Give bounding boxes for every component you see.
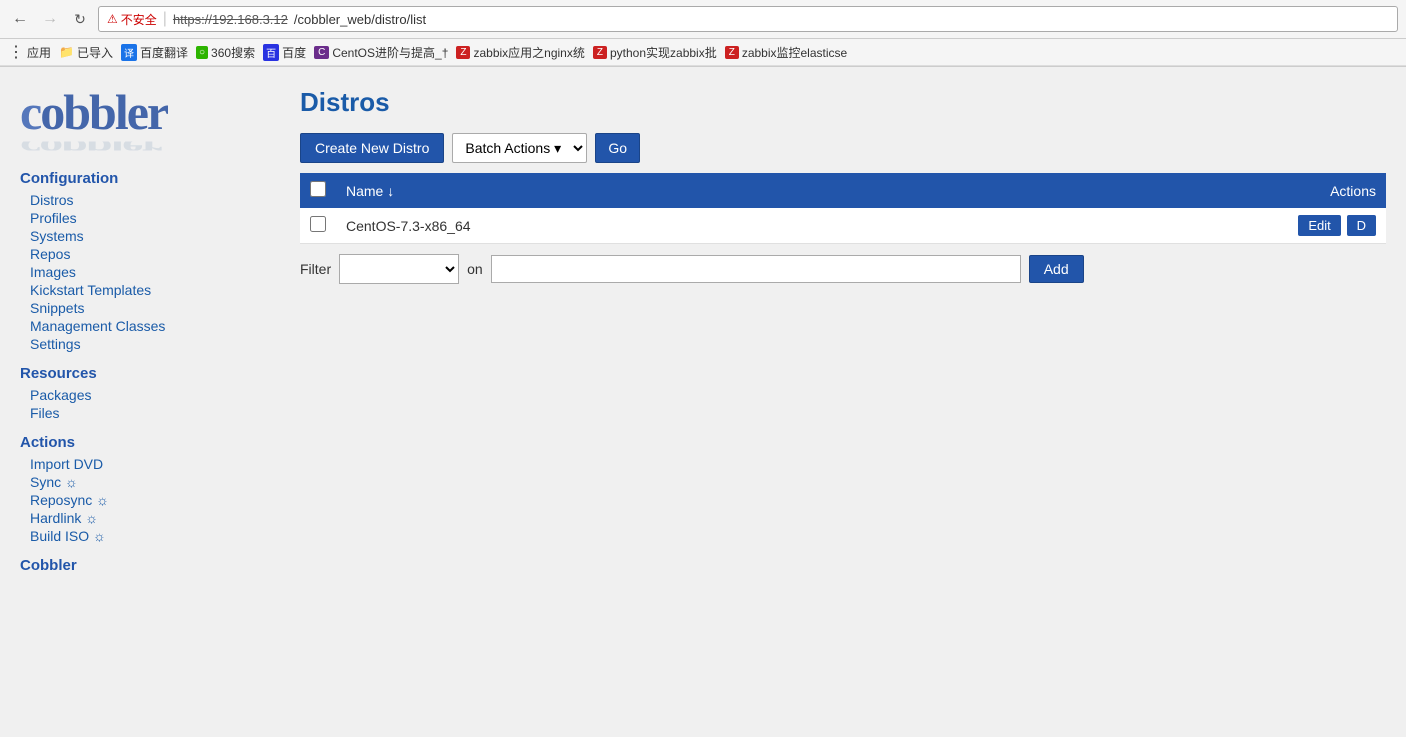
bookmark-translate[interactable]: 译 百度翻译 <box>121 44 188 61</box>
sidebar-item-management-classes[interactable]: Management Classes <box>20 317 270 335</box>
delete-button[interactable]: D <box>1347 215 1376 236</box>
bookmark-zabbix-python[interactable]: Z python实现zabbix批 <box>593 44 717 61</box>
sidebar-item-images[interactable]: Images <box>20 263 270 281</box>
sidebar-item-build-iso[interactable]: Build ISO ☼ <box>20 527 270 545</box>
main-content: Distros Create New Distro Batch Actions … <box>280 67 1406 724</box>
filter-select[interactable] <box>339 254 459 284</box>
sidebar: cobbler cobbler Configuration Distros Pr… <box>0 67 280 724</box>
bookmark-centos[interactable]: C CentOS进阶与提高_† <box>314 44 448 61</box>
row-checkbox-cell <box>300 208 336 244</box>
bookmark-360[interactable]: ○ 360搜索 <box>196 44 255 61</box>
table-header-row: Name ↓ Actions <box>300 173 1386 208</box>
actions-column-header: Actions <box>957 173 1386 208</box>
sidebar-item-snippets[interactable]: Snippets <box>20 299 270 317</box>
sidebar-item-repos[interactable]: Repos <box>20 245 270 263</box>
sidebar-item-settings[interactable]: Settings <box>20 335 270 353</box>
sidebar-section-configuration: Configuration <box>20 170 270 187</box>
edit-button[interactable]: Edit <box>1298 215 1340 236</box>
sidebar-section-actions: Actions <box>20 434 270 451</box>
table-row: CentOS-7.3-x86_64 Edit D <box>300 208 1386 244</box>
sidebar-item-reposync[interactable]: Reposync ☼ <box>20 491 270 509</box>
filter-input[interactable] <box>491 255 1021 283</box>
360-icon: ○ <box>196 46 208 59</box>
sidebar-section-cobbler: Cobbler <box>20 557 270 574</box>
browser-chrome: ← → ↻ ⚠ 不安全 | https://192.168.3.12/cobbl… <box>0 0 1406 67</box>
url-path: /cobbler_web/distro/list <box>294 12 426 27</box>
create-new-distro-button[interactable]: Create New Distro <box>300 133 444 163</box>
bookmark-zabbix-elastic[interactable]: Z zabbix监控elasticse <box>725 44 848 61</box>
apps-icon: ⋮ <box>8 42 24 62</box>
reload-button[interactable]: ↻ <box>68 7 92 31</box>
security-warning: ⚠ 不安全 <box>107 11 157 28</box>
bookmark-baidu[interactable]: 百 百度 <box>263 44 306 61</box>
warning-icon: ⚠ <box>107 12 118 26</box>
toolbar: Create New Distro Batch Actions ▾ Go <box>300 133 1386 163</box>
filter-on-label: on <box>467 261 483 277</box>
logo-wrapper: cobbler cobbler <box>20 87 270 155</box>
separator: | <box>163 10 167 28</box>
url-secure-host: https://192.168.3.12 <box>173 12 288 27</box>
zabbix-elastic-icon: Z <box>725 46 739 59</box>
distros-table: Name ↓ Actions CentOS-7.3-x86_64 Edit D <box>300 173 1386 244</box>
centos-icon: C <box>314 46 329 59</box>
sidebar-item-distros[interactable]: Distros <box>20 191 270 209</box>
browser-toolbar: ← → ↻ ⚠ 不安全 | https://192.168.3.12/cobbl… <box>0 0 1406 39</box>
bookmarks-bar: ⋮ 应用 📁 已导入 译 百度翻译 ○ 360搜索 百 百度 C CentOS进… <box>0 39 1406 66</box>
sidebar-section-resources: Resources <box>20 365 270 382</box>
bookmark-zabbix-nginx[interactable]: Z zabbix应用之nginx统 <box>456 44 585 61</box>
translate-icon: 译 <box>121 44 137 61</box>
row-checkbox[interactable] <box>310 216 326 232</box>
zabbix-python-icon: Z <box>593 46 607 59</box>
distro-name: CentOS-7.3-x86_64 <box>346 218 471 234</box>
sidebar-item-hardlink[interactable]: Hardlink ☼ <box>20 509 270 527</box>
zabbix-nginx-icon: Z <box>456 46 470 59</box>
sidebar-item-profiles[interactable]: Profiles <box>20 209 270 227</box>
distro-name-cell: CentOS-7.3-x86_64 <box>336 208 957 244</box>
name-column-header[interactable]: Name ↓ <box>336 173 957 208</box>
forward-button[interactable]: → <box>38 7 62 31</box>
page-title: Distros <box>300 87 1386 118</box>
distro-actions-cell: Edit D <box>957 208 1386 244</box>
batch-actions-select[interactable]: Batch Actions ▾ <box>452 133 587 163</box>
sidebar-item-files[interactable]: Files <box>20 404 270 422</box>
bookmark-apps[interactable]: ⋮ 应用 <box>8 42 51 62</box>
select-all-header <box>300 173 336 208</box>
sidebar-item-kickstart-templates[interactable]: Kickstart Templates <box>20 281 270 299</box>
cobbler-logo: cobbler <box>20 87 270 137</box>
filter-label: Filter <box>300 261 331 277</box>
sidebar-item-sync[interactable]: Sync ☼ <box>20 473 270 491</box>
page-content: cobbler cobbler Configuration Distros Pr… <box>0 67 1406 724</box>
sidebar-item-systems[interactable]: Systems <box>20 227 270 245</box>
security-warning-text: 不安全 <box>121 11 157 28</box>
go-button[interactable]: Go <box>595 133 640 163</box>
back-button[interactable]: ← <box>8 7 32 31</box>
select-all-checkbox[interactable] <box>310 181 326 197</box>
baidu-icon: 百 <box>263 44 279 61</box>
sidebar-item-import-dvd[interactable]: Import DVD <box>20 455 270 473</box>
folder-icon: 📁 <box>59 45 74 59</box>
address-bar[interactable]: ⚠ 不安全 | https://192.168.3.12/cobbler_web… <box>98 6 1398 32</box>
logo-reflection: cobbler <box>20 142 270 151</box>
filter-row: Filter on Add <box>300 254 1386 284</box>
sidebar-item-packages[interactable]: Packages <box>20 386 270 404</box>
add-filter-button[interactable]: Add <box>1029 255 1084 283</box>
bookmark-imported[interactable]: 📁 已导入 <box>59 44 113 61</box>
